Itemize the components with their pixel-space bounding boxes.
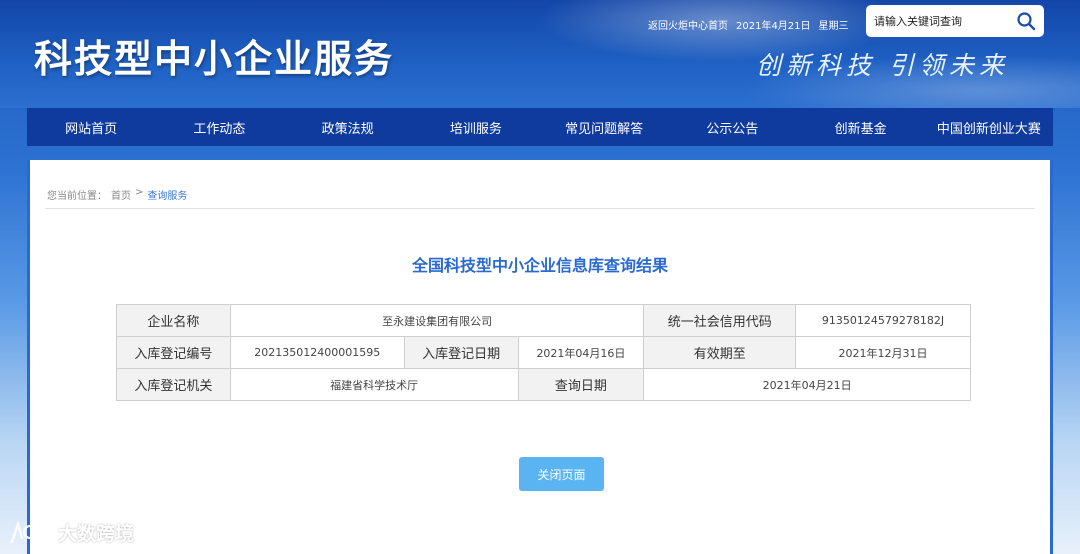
home-link[interactable]: 返回火炬中心首页 <box>648 17 728 32</box>
reg-no-label: 入库登记编号 <box>116 336 231 369</box>
breadcrumb-current[interactable]: 查询服务 <box>147 187 187 202</box>
valid-until-label: 有效期至 <box>643 336 797 369</box>
valid-until-value: 2021年12月31日 <box>795 336 971 369</box>
company-name-value: 至永建设集团有限公司 <box>229 304 645 337</box>
current-date: 2021年4月21日 <box>736 21 811 32</box>
search-icon[interactable] <box>1016 11 1036 31</box>
nav-item-announcements[interactable]: 公示公告 <box>668 108 796 146</box>
brand-logo-icon <box>10 519 51 543</box>
nav-item-innovation-fund[interactable]: 创新基金 <box>797 108 925 146</box>
nav-item-training[interactable]: 培训服务 <box>412 108 540 146</box>
page-title: 全国科技型中小企业信息库查询结果 <box>411 256 668 275</box>
breadcrumb: 您当前位置： 首页 > 查询服务 <box>47 187 187 202</box>
top-info-bar: 返回火炬中心首页 2021年4月21日 星期三 <box>648 17 849 32</box>
close-page-button[interactable]: 关闭页面 <box>519 457 604 491</box>
query-date-value: 2021年04月21日 <box>643 368 971 401</box>
watermark-text: 大数跨境 <box>58 523 135 545</box>
reg-no-value: 202135012400001595 <box>229 336 405 369</box>
breadcrumb-divider <box>45 208 1035 209</box>
breadcrumb-separator: > <box>135 187 144 198</box>
search-input[interactable] <box>874 14 1004 28</box>
credit-code-value: 91350124579278182J <box>795 304 971 337</box>
table-row: 入库登记编号 202135012400001595 入库登记日期 2021年04… <box>116 336 971 369</box>
table-row: 入库登记机关 福建省科学技术厅 查询日期 2021年04月21日 <box>116 368 971 401</box>
result-table: 企业名称 至永建设集团有限公司 统一社会信用代码 913501245792781… <box>116 304 971 401</box>
reg-authority-label: 入库登记机关 <box>116 368 231 401</box>
reg-authority-value: 福建省科学技术厅 <box>229 368 519 401</box>
main-nav: 网站首页 工作动态 政策法规 培训服务 常见问题解答 公示公告 创新基金 中国创… <box>27 108 1053 146</box>
site-title: 科技型中小企业服务 <box>34 36 395 81</box>
nav-item-faq[interactable]: 常见问题解答 <box>540 108 668 146</box>
breadcrumb-prefix: 您当前位置： <box>47 191 107 202</box>
watermark: 大数跨境 <box>8 519 134 546</box>
header-banner: 科技型中小企业服务 创新科技 引领未来 返回火炬中心首页 2021年4月21日 … <box>0 0 1080 108</box>
company-name-label: 企业名称 <box>116 304 231 337</box>
nav-item-work-news[interactable]: 工作动态 <box>155 108 283 146</box>
nav-item-competition[interactable]: 中国创新创业大赛 <box>925 108 1053 146</box>
slogan: 创新科技 引领未来 <box>756 51 1009 80</box>
breadcrumb-home[interactable]: 首页 <box>111 187 131 202</box>
nav-item-policies[interactable]: 政策法规 <box>284 108 412 146</box>
nav-item-home[interactable]: 网站首页 <box>27 108 155 146</box>
table-row: 企业名称 至永建设集团有限公司 统一社会信用代码 913501245792781… <box>116 304 971 337</box>
reg-date-value: 2021年04月16日 <box>517 336 645 369</box>
credit-code-label: 统一社会信用代码 <box>643 304 797 337</box>
query-date-label: 查询日期 <box>517 368 645 401</box>
reg-date-label: 入库登记日期 <box>403 336 519 369</box>
search-box <box>866 5 1044 37</box>
current-weekday: 星期三 <box>818 21 849 32</box>
content-panel: 您当前位置： 首页 > 查询服务 全国科技型中小企业信息库查询结果 企业名称 至… <box>27 160 1053 554</box>
